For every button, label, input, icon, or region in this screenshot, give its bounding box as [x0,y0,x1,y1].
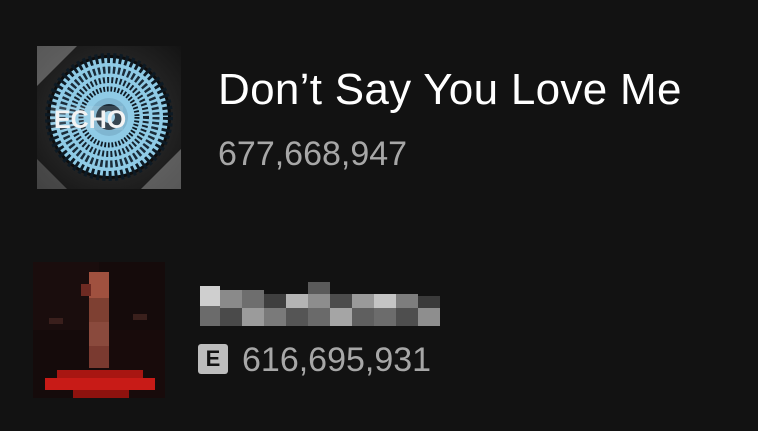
track-row[interactable]: ECHO Don’t Say You Love Me 677,668,947 [0,44,758,192]
explicit-badge: E [198,344,228,374]
cover-logo-text: ECHO [54,106,126,134]
track-row[interactable]: E 616,695,931 [0,258,758,398]
album-cover: ECHO [37,46,181,189]
track-title-redacted[interactable] [198,266,448,330]
play-count: 677,668,947 [218,135,408,173]
album-art-image: ECHO [37,46,181,189]
pixelated-title [200,282,440,326]
album-cover [33,262,165,398]
album-art-image [33,262,165,398]
track-title[interactable]: Don’t Say You Love Me [218,62,682,118]
track-list: { "tracks": [ { "title": "Don’t Say You … [0,0,758,431]
play-count: 616,695,931 [242,341,432,379]
